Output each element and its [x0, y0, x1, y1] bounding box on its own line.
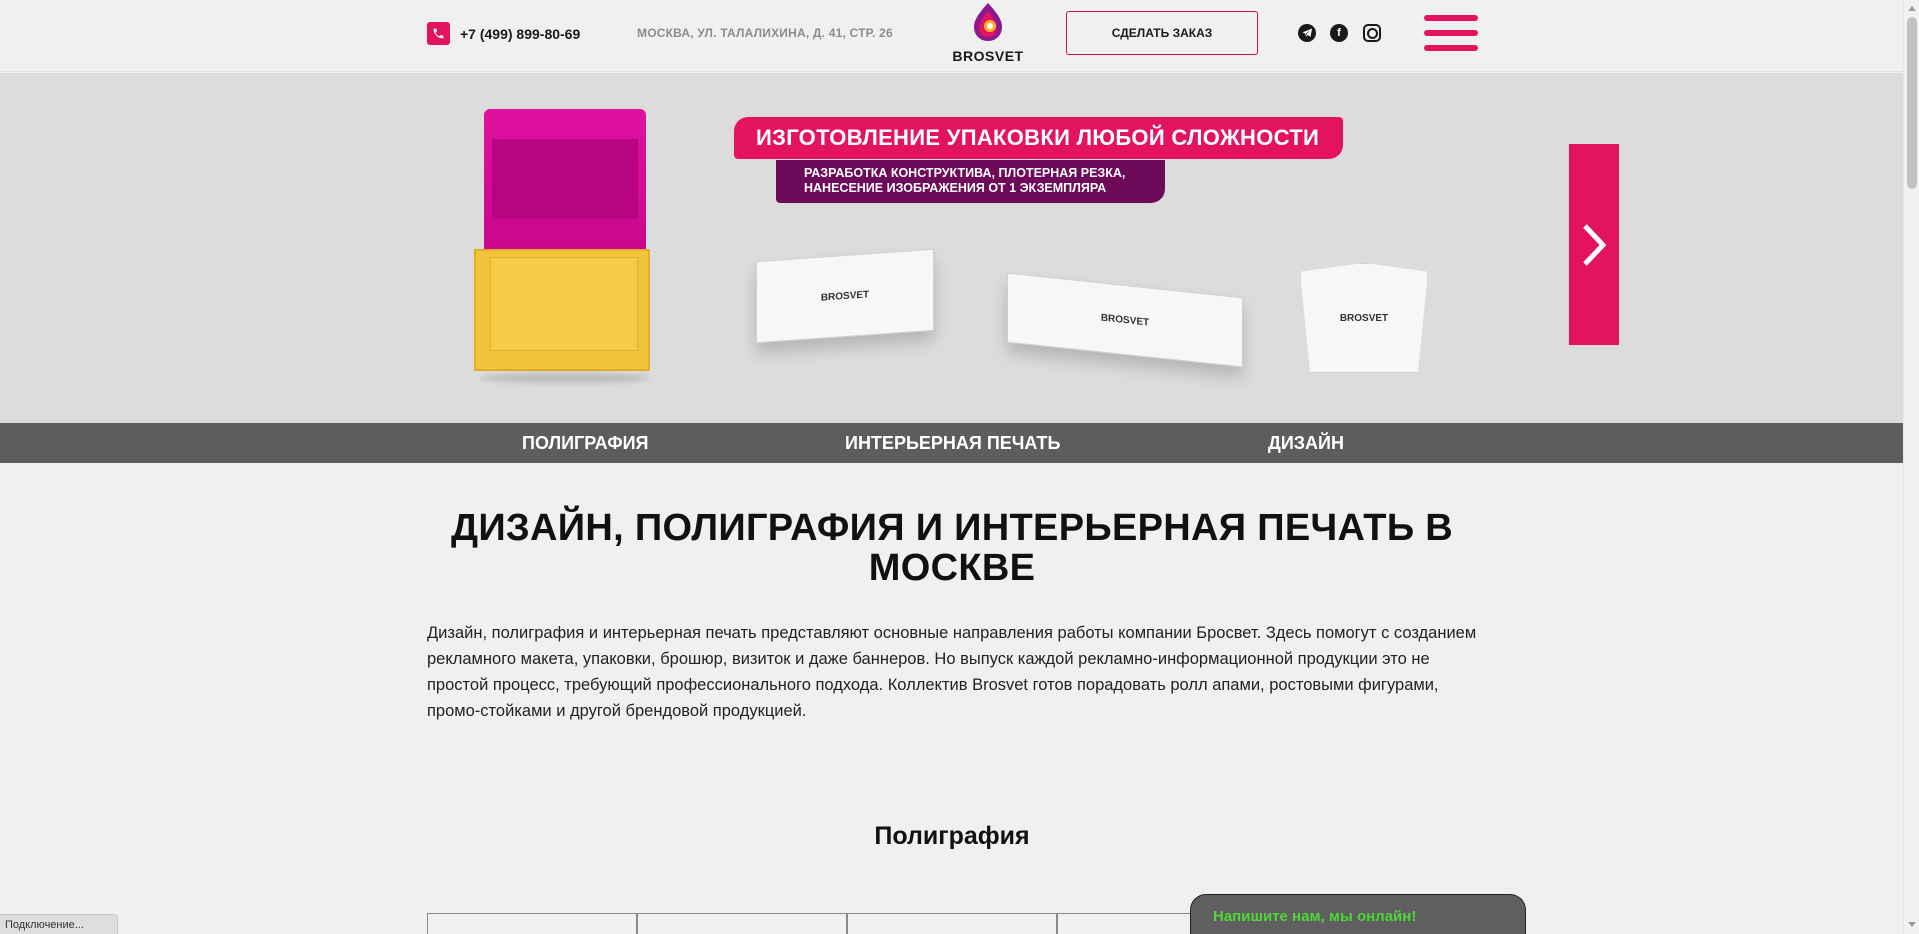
phone-number[interactable]: +7 (499) 899-80-69	[460, 26, 580, 42]
hero-subtitle-line1: РАЗРАБОТКА КОНСТРУКТИВА, ПЛОТЕРНАЯ РЕЗКА…	[804, 166, 1126, 180]
menu-line	[1424, 30, 1478, 36]
section-title: Полиграфия	[874, 822, 1030, 850]
open-pink-yellow-box-image	[470, 109, 660, 384]
phone-link[interactable]: +7 (499) 899-80-69	[427, 22, 580, 45]
menu-line	[1424, 15, 1478, 21]
service-card[interactable]	[637, 913, 847, 934]
category-nav: ПОЛИГРАФИЯ ИНТЕРЬЕРНАЯ ПЕЧАТЬ ДИЗАЙН	[0, 423, 1903, 463]
hamburger-menu-icon[interactable]	[1424, 15, 1478, 51]
scroll-down-arrow-icon[interactable]	[1908, 922, 1916, 927]
service-card[interactable]	[427, 913, 637, 934]
slider-next-button[interactable]	[1569, 144, 1619, 345]
white-box-image: BROSVET	[756, 248, 934, 344]
telegram-icon[interactable]	[1298, 24, 1316, 42]
instagram-icon[interactable]	[1363, 24, 1381, 42]
chat-widget[interactable]: Напишите нам, мы онлайн!	[1190, 894, 1526, 934]
logo-text: BROSVET	[952, 48, 1024, 64]
nav-item-design[interactable]: ДИЗАЙН	[1268, 433, 1344, 454]
browser-status-bar: Подключение...	[0, 914, 118, 934]
box-logo-text: BROSVET	[1100, 311, 1150, 329]
address: МОСКВА, УЛ. ТАЛАЛИХИНА, Д. 41, СТР. 26	[637, 26, 893, 40]
chevron-right-icon	[1583, 223, 1607, 266]
white-flat-box-image: BROSVET	[1007, 272, 1243, 368]
box-lid	[484, 109, 646, 249]
logo[interactable]: BROSVET	[950, 2, 1026, 64]
logo-drop-icon	[974, 3, 1002, 41]
box-logo-text: BROSVET	[1339, 312, 1389, 324]
hero-title: ИЗГОТОВЛЕНИЕ УПАКОВКИ ЛЮБОЙ СЛОЖНОСТИ	[734, 117, 1343, 159]
intro-text: Дизайн, полиграфия и интерьерная печать …	[427, 624, 1477, 720]
hero-subtitle-line2: НАНЕСЕНИЕ ИЗОБРАЖЕНИЯ ОТ 1 ЭКЗЕМПЛЯРА	[804, 181, 1107, 195]
nav-item-polygraphy[interactable]: ПОЛИГРАФИЯ	[522, 433, 648, 454]
page-title: ДИЗАЙН, ПОЛИГРАФИЯ И ИНТЕРЬЕРНАЯ ПЕЧАТЬ …	[450, 507, 1454, 589]
takeout-box-image: BROSVET	[1300, 263, 1428, 373]
menu-line	[1424, 45, 1478, 51]
box-logo-text: BROSVET	[820, 288, 870, 304]
box-base	[474, 249, 650, 371]
scroll-up-arrow-icon[interactable]	[1908, 6, 1916, 11]
hero-subtitle: РАЗРАБОТКА КОНСТРУКТИВА, ПЛОТЕРНАЯ РЕЗКА…	[776, 160, 1165, 203]
chat-widget-label: Напишите нам, мы онлайн!	[1213, 908, 1417, 925]
page-scrollbar[interactable]	[1903, 0, 1919, 934]
nav-item-interior-print[interactable]: ИНТЕРЬЕРНАЯ ПЕЧАТЬ	[845, 433, 1060, 454]
facebook-icon[interactable]: f	[1330, 24, 1348, 42]
phone-icon	[427, 22, 450, 45]
scroll-thumb[interactable]	[1907, 17, 1917, 189]
site-header: +7 (499) 899-80-69 МОСКВА, УЛ. ТАЛАЛИХИН…	[0, 0, 1903, 72]
box-shadow	[480, 373, 650, 383]
hero-slider: ИЗГОТОВЛЕНИЕ УПАКОВКИ ЛЮБОЙ СЛОЖНОСТИ РА…	[0, 73, 1903, 423]
service-card[interactable]	[847, 913, 1057, 934]
order-button[interactable]: СДЕЛАТЬ ЗАКАЗ	[1066, 11, 1258, 55]
